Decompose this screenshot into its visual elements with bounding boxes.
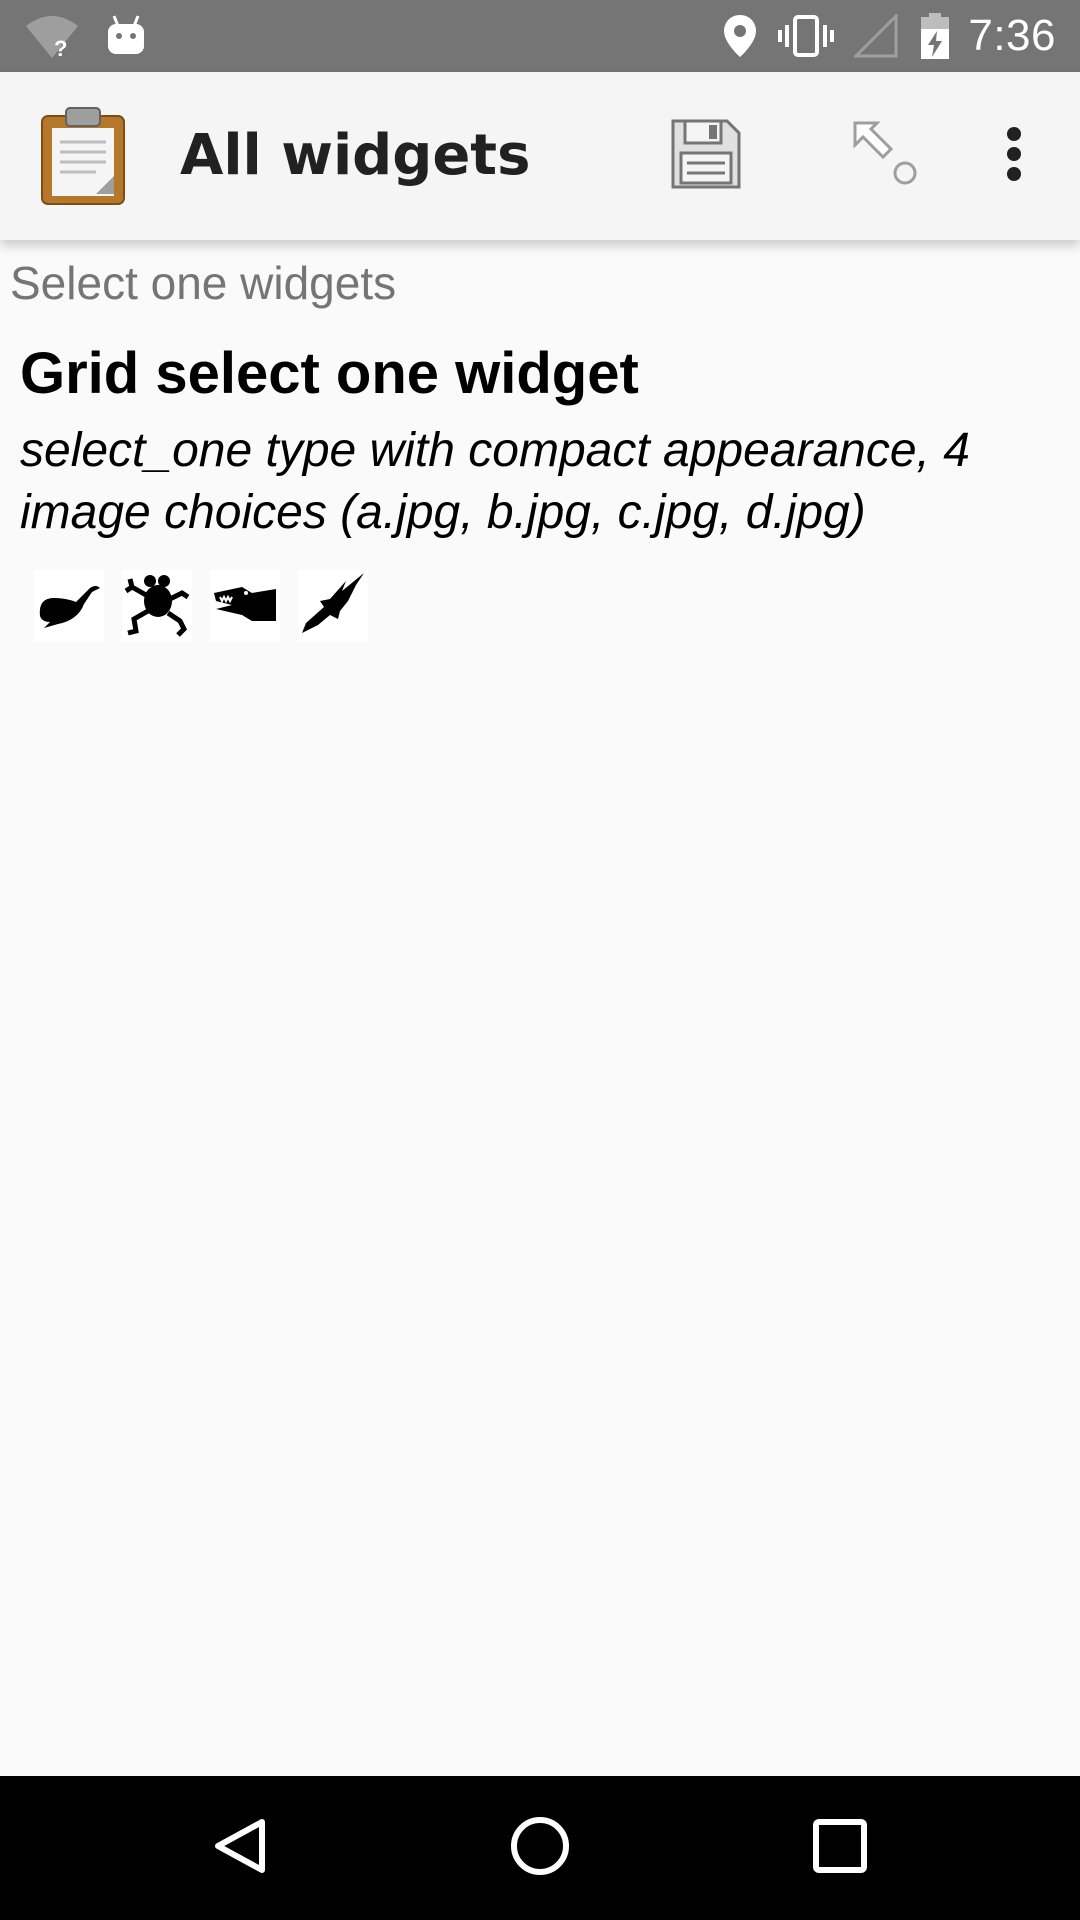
status-clock: 7:36 <box>968 11 1056 60</box>
save-button[interactable] <box>666 112 746 200</box>
signal-icon <box>854 0 898 72</box>
overflow-menu-icon <box>1004 126 1024 187</box>
question-hint: select_one type with compact appearance,… <box>20 424 970 539</box>
go-to-button[interactable] <box>836 112 936 200</box>
choice-whale[interactable] <box>34 570 104 642</box>
vibrate-icon <box>778 0 834 72</box>
location-icon <box>722 0 758 72</box>
crocodile-icon <box>212 579 278 634</box>
choice-frog[interactable] <box>122 570 192 642</box>
android-icon <box>104 0 148 72</box>
wifi-unknown-icon: ? <box>24 0 80 72</box>
whale-icon <box>36 576 102 637</box>
go-to-icon <box>851 119 921 194</box>
home-icon <box>508 1814 572 1883</box>
overflow-menu-button[interactable] <box>990 112 1038 200</box>
choice-crocodile[interactable] <box>210 570 280 642</box>
svg-text:?: ? <box>54 36 67 60</box>
toolbar-title: All widgets <box>180 123 531 188</box>
battery-charging-icon <box>920 0 950 72</box>
eagle-icon <box>300 571 366 642</box>
choice-eagle[interactable] <box>298 570 368 642</box>
frog-icon <box>124 571 190 642</box>
back-icon <box>210 1816 270 1881</box>
recents-icon <box>812 1818 868 1879</box>
image-choice-grid <box>34 570 368 642</box>
group-label: Select one widgets <box>10 257 397 309</box>
question-label: Grid select one widget <box>20 341 639 406</box>
navigation-bar <box>0 1776 1080 1920</box>
app-toolbar: All widgets <box>0 72 1080 240</box>
save-icon <box>669 117 743 196</box>
back-button[interactable] <box>200 1808 280 1888</box>
status-bar: ? 7:36 <box>0 0 1080 72</box>
recents-button[interactable] <box>800 1808 880 1888</box>
home-button[interactable] <box>500 1808 580 1888</box>
form-clipboard-icon <box>40 106 126 206</box>
